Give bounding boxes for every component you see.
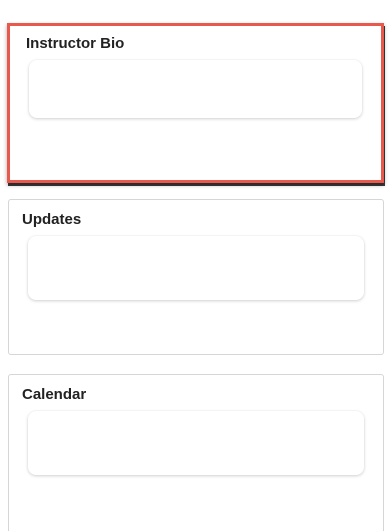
card-content-area — [28, 411, 364, 475]
card-title: Updates — [22, 211, 82, 228]
card-content-area — [29, 60, 362, 118]
card-content-area — [28, 236, 364, 300]
card-instructor-bio[interactable]: Instructor Bio — [7, 23, 384, 183]
card-calendar[interactable]: Calendar — [8, 374, 384, 531]
card-updates[interactable]: Updates — [8, 199, 384, 355]
card-title: Calendar — [22, 386, 87, 403]
widget-list: Instructor Bio Updates Calendar — [0, 0, 391, 531]
card-title: Instructor Bio — [26, 35, 125, 52]
